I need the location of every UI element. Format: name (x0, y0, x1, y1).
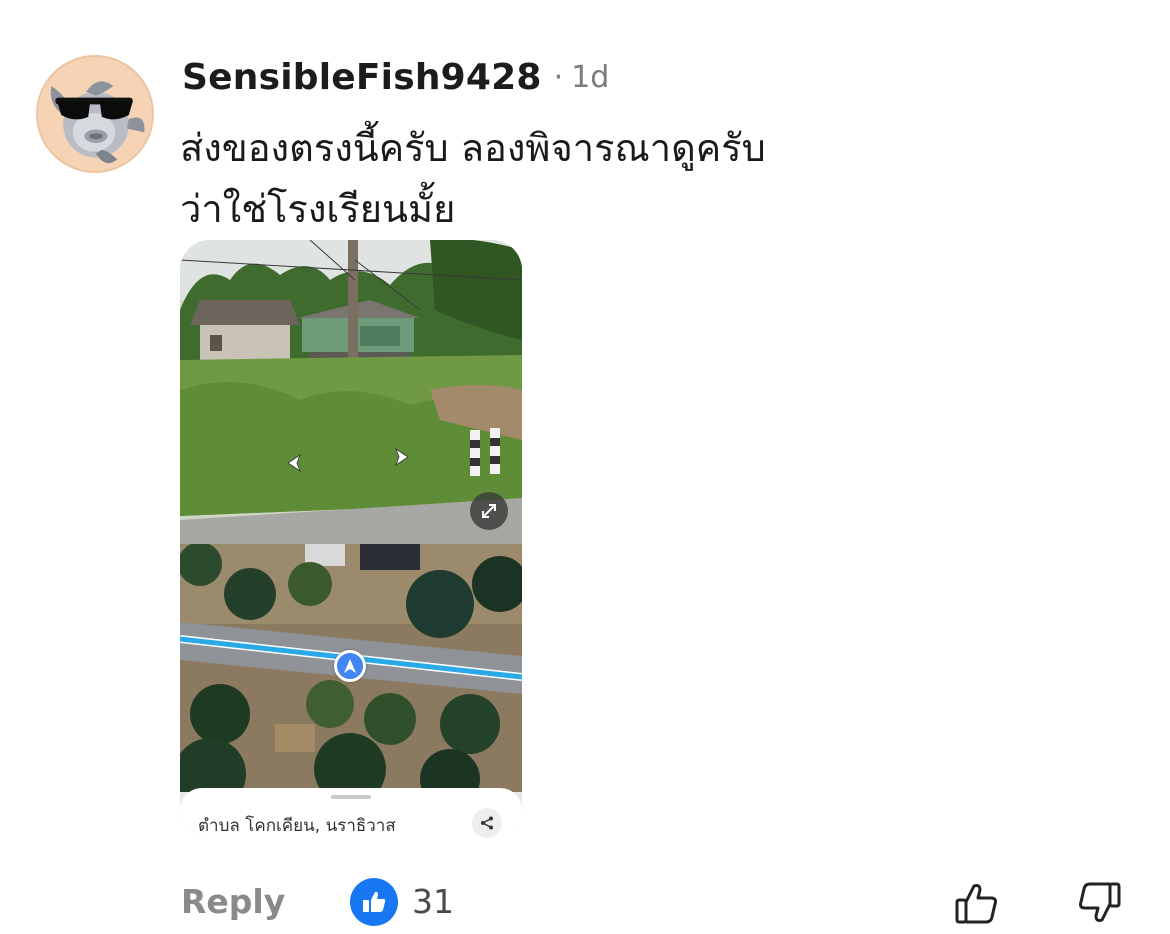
comment-text: ส่งของตรงนี้ครับ ลองพิจารณาดูครับ ว่าใช่… (180, 126, 766, 231)
share-button[interactable] (472, 808, 502, 838)
like-count: 31 (412, 882, 454, 921)
comment-actions: Reply 31 (0, 870, 1170, 930)
street-view-image (180, 240, 522, 544)
separator-dot: · (553, 59, 564, 95)
place-name: ตำบล โคกเคียน, นราธิวาส (198, 816, 396, 836)
timestamp[interactable]: 1d (571, 60, 609, 95)
reply-button[interactable]: Reply (181, 882, 285, 921)
place-sheet[interactable]: ตำบล โคกเคียน, นราธิวาส (180, 788, 522, 838)
downvote-button[interactable] (1072, 876, 1126, 930)
chevron-right-icon[interactable] (388, 444, 414, 470)
map-screenshot[interactable]: ตำบล โคกเคียน, นราธิวาส (180, 240, 522, 838)
share-icon (481, 816, 493, 830)
like-reaction[interactable] (350, 878, 398, 926)
expand-icon (482, 504, 496, 518)
location-marker (334, 650, 366, 682)
username[interactable]: SensibleFish9428 (182, 57, 542, 98)
thumbs-up-icon (955, 884, 997, 924)
avatar[interactable] (36, 55, 154, 173)
sheet-handle[interactable] (331, 795, 371, 799)
fish-avatar-icon (38, 57, 152, 171)
expand-button[interactable] (470, 492, 508, 530)
thumbs-down-icon (1079, 882, 1121, 922)
chevron-left-icon[interactable] (282, 450, 308, 476)
upvote-button[interactable] (950, 876, 1004, 930)
comment-header: SensibleFish9428 · 1d (182, 54, 609, 100)
navigation-arrow-icon (344, 659, 356, 673)
like-reaction-icon (363, 891, 386, 912)
